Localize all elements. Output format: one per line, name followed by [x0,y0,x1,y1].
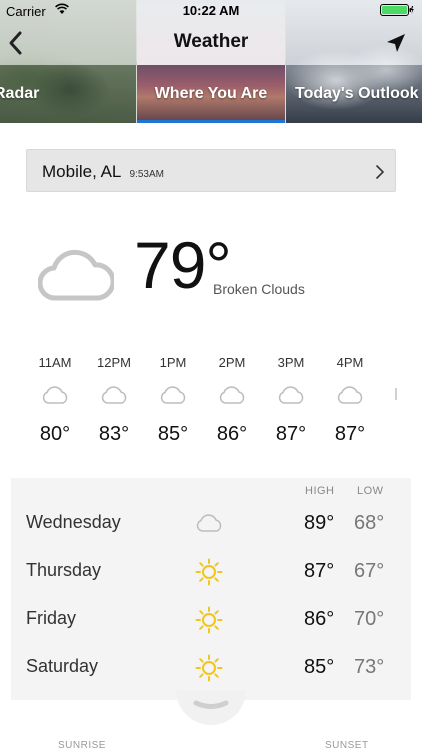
day-name: Saturday [26,656,99,676]
day-low: 68° [354,512,385,534]
tab-where-you-are[interactable]: Where You Are [137,65,285,123]
day-name: Wednesday [26,512,121,532]
battery-icon [380,4,414,16]
daily-row: Thursday 87° 67° [11,550,411,598]
cloud-icon [278,386,304,404]
cloud-icon [219,386,245,404]
cloud-icon [42,386,68,404]
cloud-icon [101,386,127,404]
hour-temperature: 85° [157,423,189,445]
location-city: Mobile, AL 9:53AM [42,162,164,182]
clock: 10:22 AM [182,3,240,18]
cloud-icon [160,386,186,404]
day-high: 87° [304,560,335,582]
hourly-item: 1PM 85° [144,355,202,446]
hourly-scroll-hint [395,388,397,400]
hour-label: 11AM [38,355,72,370]
sun-icon [195,606,223,634]
expand-drawer-handle[interactable] [176,690,246,725]
tab-label: Where You Are [154,85,268,102]
location-selector[interactable]: Mobile, AL 9:53AM [26,149,396,192]
cloud-icon [38,249,114,301]
hour-temperature: 87° [275,423,307,445]
sunrise-label: SUNRISE [58,740,106,750]
daily-row: Friday 86° 70° [11,598,411,646]
chevron-down-icon [193,700,229,709]
day-high: 86° [304,608,335,630]
daily-row: Wednesday 89° 68° [11,502,411,550]
high-column-header: HIGH [305,485,335,497]
day-low: 67° [354,560,385,582]
current-condition: Broken Clouds [213,281,305,297]
daily-forecast: HIGH LOW Wednesday 89° 68° Thursday 87° … [11,478,411,700]
hourly-forecast: 11AM 80° 12PM 83° 1PM 85° 2PM 86° 3PM 87… [0,355,422,455]
hour-temperature: 86° [216,423,248,445]
cloud-icon [196,514,222,532]
day-high: 89° [304,512,335,534]
hourly-item: 4PM 87° [321,355,379,446]
location-arrow-icon[interactable] [386,33,406,53]
sun-icon [195,654,223,682]
cloud-icon [337,386,363,404]
hour-temperature: 80° [39,423,71,445]
tab-radar[interactable]: Radar [0,65,136,123]
day-low: 70° [354,608,385,630]
hourly-item: 12PM 83° [85,355,143,446]
low-column-header: LOW [357,485,384,497]
tab-bar: Radar Where You Are Today's Outlook [0,65,422,123]
sunset-label: SUNSET [325,740,369,750]
day-name: Thursday [26,560,102,580]
hour-label: 4PM [336,355,364,370]
hour-label: 12PM [97,355,131,370]
day-name: Friday [26,608,77,628]
observation-time: 9:53AM [129,169,164,180]
tab-todays-outlook[interactable]: Today's Outlook [286,65,422,123]
page-title: Weather [173,31,249,52]
header: Carrier 10:22 AM Weather Radar Where You… [0,0,422,123]
hour-temperature: 83° [98,423,130,445]
tab-label: Today's Outlook [295,85,419,102]
city-name: Mobile, AL [42,162,121,181]
hourly-item: 3PM 87° [262,355,320,446]
day-high: 85° [304,656,335,678]
chevron-right-icon [376,165,384,179]
tab-label: Radar [0,85,40,102]
hourly-item: 2PM 86° [203,355,261,446]
day-low: 73° [354,656,385,678]
hourly-item: 11AM 80° [26,355,84,446]
sun-icon [195,558,223,586]
hour-label: 3PM [277,355,305,370]
status-bar: Carrier 10:22 AM [0,0,422,22]
hour-temperature: 87° [334,423,366,445]
hour-label: 2PM [218,355,246,370]
hour-label: 1PM [159,355,187,370]
daily-row: Saturday 85° 73° [11,646,411,694]
